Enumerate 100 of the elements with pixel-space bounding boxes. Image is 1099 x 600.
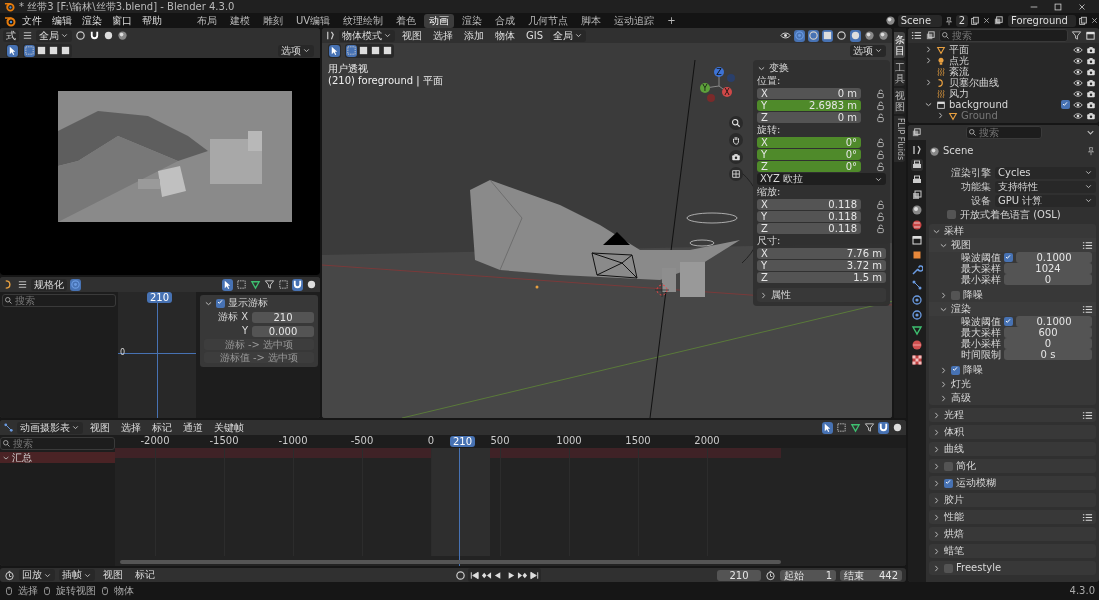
square-icon[interactable] xyxy=(36,45,47,56)
orientation-dropdown[interactable]: 全局 xyxy=(550,29,587,42)
select-box-icon[interactable] xyxy=(836,422,847,433)
sphere-icon[interactable] xyxy=(117,30,128,41)
search-field[interactable]: 搜索 xyxy=(2,294,116,307)
camera-icon[interactable] xyxy=(1086,66,1096,77)
workspace-tab[interactable]: 纹理绘制 xyxy=(338,13,389,28)
menu-dropdown[interactable]: 插帧 xyxy=(59,569,95,581)
workspace-tab[interactable]: 雕刻 xyxy=(258,13,288,28)
lock-icon[interactable] xyxy=(875,211,886,222)
panel-title[interactable]: 降噪 xyxy=(963,364,1093,376)
menu-item[interactable]: 标记 xyxy=(131,569,159,581)
view-layer-field[interactable]: Foreground xyxy=(1008,14,1076,27)
outliner-row[interactable]: 贝塞尔曲线 xyxy=(908,77,1099,88)
number-field[interactable]: Z 0° xyxy=(757,161,861,172)
number-field[interactable]: X 0 m xyxy=(757,88,861,99)
menu-item[interactable]: 窗口 xyxy=(108,14,136,27)
search-field[interactable]: 搜索 xyxy=(939,29,1068,42)
sidebar-tab[interactable]: FLIP Fluids xyxy=(894,116,905,163)
chevron-icon[interactable] xyxy=(932,461,941,471)
number-field[interactable]: 600 xyxy=(1004,327,1092,338)
square-icon[interactable] xyxy=(911,249,923,261)
chevron-icon[interactable] xyxy=(939,379,948,389)
panel-title[interactable]: 采样 xyxy=(944,225,1093,237)
mode-dropdown[interactable]: 式 xyxy=(3,29,19,42)
menu-item[interactable]: 通道 xyxy=(179,421,207,434)
menu-item[interactable]: 视图 xyxy=(398,29,426,42)
lock-icon[interactable] xyxy=(875,161,886,172)
eye-icon[interactable] xyxy=(1073,44,1083,55)
options-dropdown[interactable]: 选项 xyxy=(278,44,314,57)
scene-field[interactable]: Scene xyxy=(897,14,942,27)
grid-icon[interactable] xyxy=(731,169,741,179)
printer-icon[interactable] xyxy=(911,174,923,186)
action-button[interactable]: 游标 -> 选中项 xyxy=(204,339,314,350)
end-frame-field[interactable]: 结束 442 xyxy=(840,569,902,581)
filter-icon[interactable] xyxy=(264,279,275,290)
chevron-icon[interactable] xyxy=(936,111,945,120)
workspace-tab[interactable]: 渲染 xyxy=(457,13,488,28)
checkbox[interactable] xyxy=(1061,100,1070,109)
square-icon[interactable] xyxy=(358,45,369,56)
square-icon[interactable] xyxy=(382,45,393,56)
chevron-icon[interactable] xyxy=(939,290,948,300)
number-field[interactable]: 0 s xyxy=(1004,349,1092,360)
lock-icon[interactable] xyxy=(875,199,886,210)
square-icon[interactable] xyxy=(48,45,59,56)
filter-icon[interactable] xyxy=(864,422,875,433)
chevron-icon[interactable] xyxy=(932,563,941,573)
navigation-gizmo[interactable]: Z Y X xyxy=(697,64,741,108)
nodes-icon[interactable] xyxy=(911,279,923,291)
number-field[interactable]: Z 0.118 xyxy=(757,223,861,234)
menu-item[interactable]: 添加 xyxy=(460,29,488,42)
chevron-icon[interactable] xyxy=(924,56,933,65)
dropdown[interactable]: GPU 计算 xyxy=(995,194,1096,207)
camera-icon[interactable] xyxy=(1086,77,1096,88)
summary-channel[interactable]: 汇总 xyxy=(0,452,115,463)
checkbox[interactable] xyxy=(216,298,225,308)
panel-title[interactable]: 高级 xyxy=(951,392,1093,404)
chevron-icon[interactable] xyxy=(932,444,941,454)
printer-icon[interactable] xyxy=(911,159,923,171)
menu-item[interactable]: 关键帧 xyxy=(210,421,248,434)
circle-icon[interactable] xyxy=(892,422,903,433)
checkbox[interactable] xyxy=(944,563,953,573)
checkbox[interactable] xyxy=(944,461,953,471)
number-field[interactable]: X 7.76 m xyxy=(757,248,886,259)
ball-icon[interactable] xyxy=(911,339,923,351)
number-field[interactable]: 0 xyxy=(1004,274,1092,285)
chevron-icon[interactable] xyxy=(924,100,933,109)
chevron-icon[interactable] xyxy=(932,478,941,488)
outliner-row[interactable]: background xyxy=(908,99,1099,110)
snap-icon[interactable] xyxy=(878,422,889,433)
search-field[interactable]: 搜索 xyxy=(965,126,1042,139)
sidebar-tab[interactable]: 工具 xyxy=(894,60,905,86)
lock-icon[interactable] xyxy=(875,100,886,111)
number-field[interactable]: Z 0 m xyxy=(757,112,861,123)
select-box-icon[interactable] xyxy=(236,279,247,290)
sidebar-tab[interactable]: 条目 xyxy=(894,32,905,58)
number-field[interactable]: 1024 xyxy=(1004,263,1092,274)
chevron-icon[interactable] xyxy=(932,529,941,539)
eye-icon[interactable] xyxy=(1073,66,1083,77)
start-frame-field[interactable]: 起始 1 xyxy=(780,569,836,581)
snap-icon[interactable] xyxy=(292,279,303,290)
eye-icon[interactable] xyxy=(1073,110,1083,121)
chevron-icon[interactable] xyxy=(939,365,948,375)
chevron-icon[interactable] xyxy=(932,410,941,420)
lock-icon[interactable] xyxy=(875,223,886,234)
number-field[interactable]: Y 3.72 m xyxy=(757,260,886,271)
outliner-row[interactable]: 点光 xyxy=(908,55,1099,66)
menu-item[interactable]: 物体 xyxy=(491,29,519,42)
outliner-row[interactable]: 紊流 xyxy=(908,66,1099,77)
checkbox[interactable] xyxy=(951,290,960,300)
checkbox[interactable] xyxy=(944,478,953,488)
layers-icon[interactable] xyxy=(911,189,923,201)
workspace-tab[interactable]: 动画 xyxy=(424,13,455,28)
number-field[interactable]: X 0° xyxy=(757,137,861,148)
mode-dropdown[interactable]: 动画摄影表 xyxy=(17,421,83,434)
zoom-icon[interactable] xyxy=(731,118,741,128)
add-workspace-button[interactable]: + xyxy=(662,13,681,28)
chevron-icon[interactable] xyxy=(924,78,933,87)
workspace-tab[interactable]: 运动追踪 xyxy=(609,13,660,28)
workspace-tab[interactable]: UV编辑 xyxy=(291,13,336,28)
